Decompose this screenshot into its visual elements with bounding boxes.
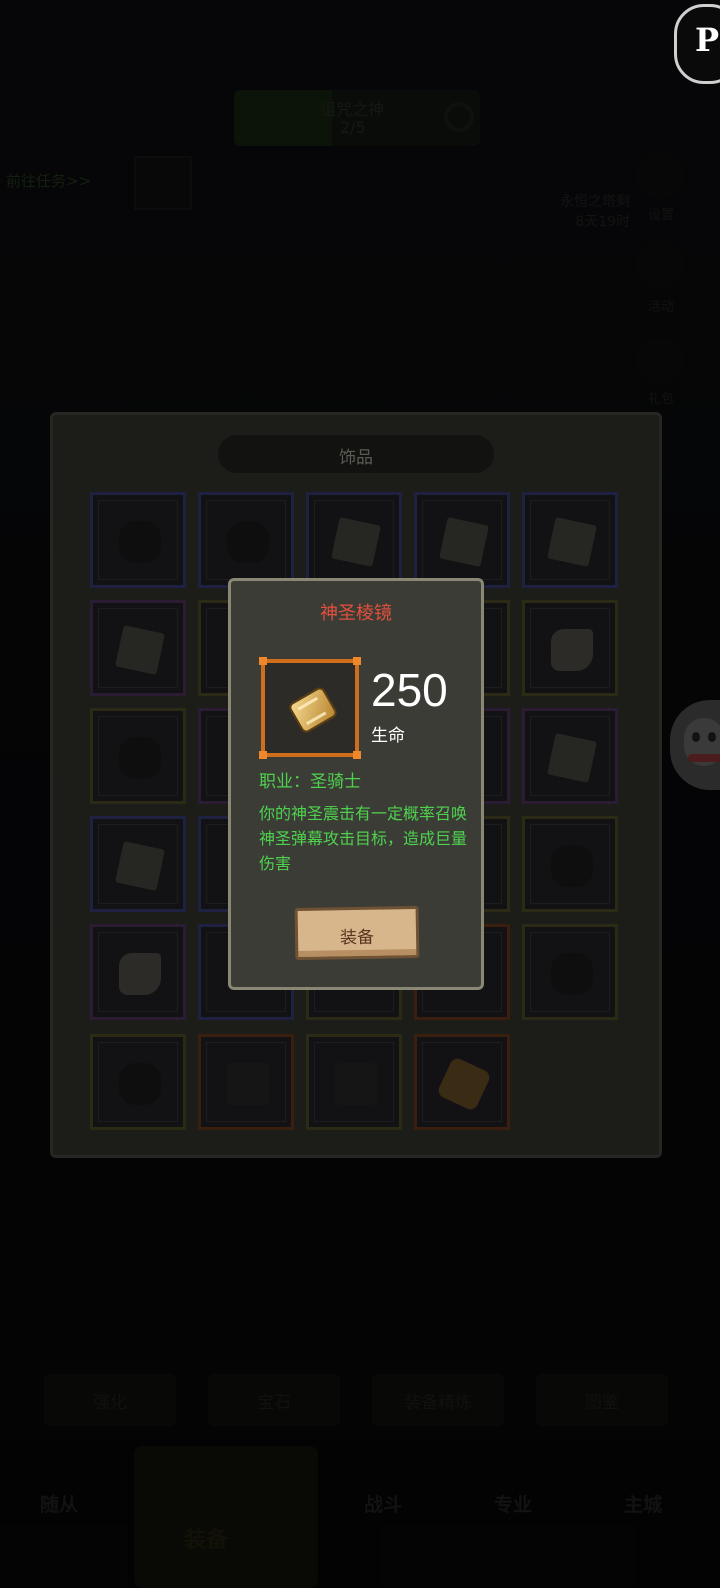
accessory-slot[interactable] xyxy=(90,708,186,804)
accessory-slot[interactable] xyxy=(90,1034,186,1130)
accessory-slot[interactable] xyxy=(90,492,186,588)
accessory-slot[interactable] xyxy=(522,816,618,912)
panel-title: 饰品 xyxy=(339,448,373,468)
stat-value: 250 xyxy=(371,664,448,716)
accessory-slot[interactable] xyxy=(414,492,510,588)
accessory-slot[interactable] xyxy=(198,1034,294,1130)
accessory-slot[interactable] xyxy=(522,924,618,1020)
accessory-slot[interactable] xyxy=(198,492,294,588)
accessory-slot[interactable] xyxy=(522,708,618,804)
class-requirement: 职业：圣骑士 xyxy=(259,772,361,792)
accessory-slot[interactable] xyxy=(90,924,186,1020)
accessory-slot[interactable] xyxy=(306,492,402,588)
accessory-slot[interactable] xyxy=(306,1034,402,1130)
accessory-slot[interactable] xyxy=(522,492,618,588)
item-icon-frame xyxy=(259,657,361,759)
equip-button[interactable]: 装备 xyxy=(294,905,420,961)
accessory-slot[interactable] xyxy=(522,600,618,696)
item-description: 你的神圣震击有一定概率召唤神圣弹幕攻击目标，造成巨量伤害 xyxy=(259,804,468,873)
p-logo-icon[interactable]: P xyxy=(674,4,720,84)
item-name: 神圣棱镜 xyxy=(320,603,392,624)
stat-label: 生命 xyxy=(371,726,405,746)
accessory-slot[interactable] xyxy=(414,1034,510,1130)
item-detail-modal: 神圣棱镜 250 生命 职业：圣骑士 你的神圣震击有一定概率召唤神圣弹幕攻击目标… xyxy=(228,578,484,990)
accessory-slot[interactable] xyxy=(90,816,186,912)
accessory-slot[interactable] xyxy=(90,600,186,696)
